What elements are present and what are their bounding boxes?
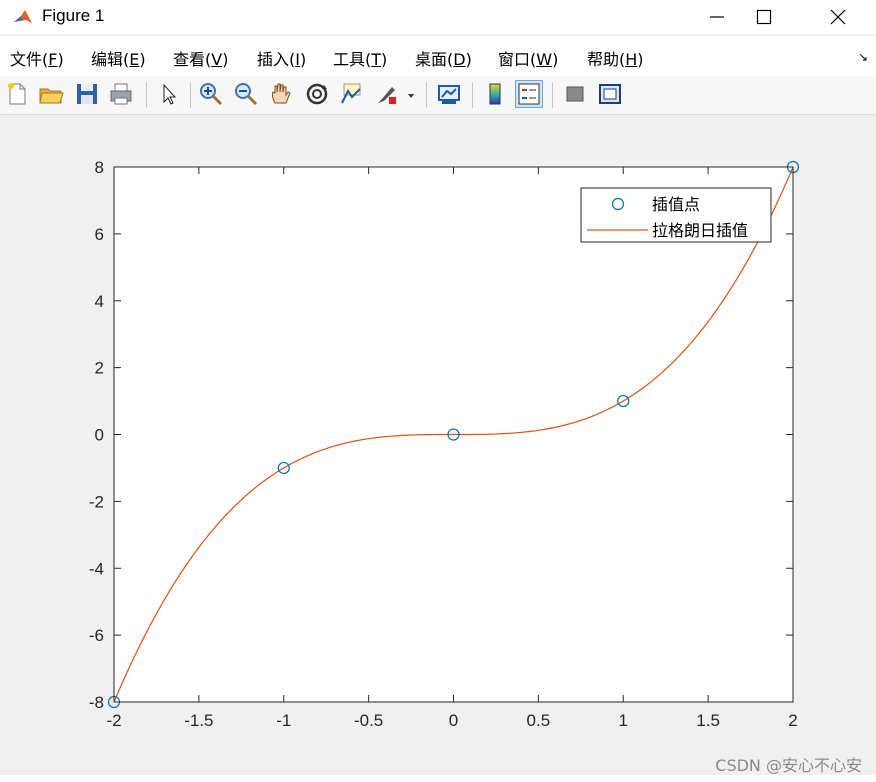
data-cursor-icon	[341, 83, 361, 104]
legend-button[interactable]	[515, 80, 543, 108]
show-plot-tools-button[interactable]	[597, 81, 623, 107]
dock-figure-button[interactable]: ↘	[858, 50, 868, 64]
save-icon	[77, 84, 97, 104]
y-tick-label: -6	[89, 626, 104, 645]
hide-plot-tools-button[interactable]	[562, 81, 588, 107]
y-tick-label: 2	[95, 359, 104, 378]
zoom-out-button[interactable]	[233, 81, 259, 107]
plot-svg[interactable]: -2 -1.5 -1 -0.5 0 0.5 1 1.5 2 -8 -6 -4 -2 0 2 4 6 8 插值点 拉…	[0, 115, 876, 775]
x-tick-label: 0	[449, 711, 458, 730]
brush-icon	[378, 87, 396, 104]
new-figure-button[interactable]	[4, 81, 30, 107]
link-plot-icon	[438, 85, 460, 104]
menu-insert[interactable]: 插入(I)	[257, 46, 306, 70]
toolbar-separator	[472, 82, 473, 108]
menu-tools[interactable]: 工具(T)	[333, 46, 387, 70]
menu-window[interactable]: 窗口(W)	[498, 46, 558, 70]
y-tick-label: 8	[95, 158, 104, 177]
window-bottom-edge	[0, 775, 876, 782]
select-pointer-icon	[163, 83, 177, 105]
zoom-in-icon	[200, 83, 223, 106]
matlab-app-icon	[12, 6, 34, 28]
y-tick-label: 6	[95, 225, 104, 244]
save-button[interactable]	[74, 81, 100, 107]
maximize-button[interactable]	[741, 0, 787, 32]
menu-edit[interactable]: 编辑(E)	[91, 46, 146, 70]
y-tick-label: 4	[95, 292, 104, 311]
x-tick-label: -2	[106, 711, 121, 730]
maximize-icon	[756, 9, 772, 25]
open-file-button[interactable]	[38, 81, 64, 107]
menu-bar: 文件(F) 编辑(E) 查看(V) 插入(I) 工具(T) 桌面(D) 窗口(W…	[0, 36, 876, 76]
legend-entry-curve: 拉格朗日插值	[652, 221, 748, 240]
title-bar: Figure 1	[0, 0, 876, 34]
zoom-in-button[interactable]	[198, 81, 224, 107]
figure-toolbar	[0, 76, 876, 115]
brush-dropdown[interactable]	[404, 81, 418, 107]
x-tick-label: 2	[788, 711, 797, 730]
menu-file[interactable]: 文件(F)	[10, 46, 64, 70]
toolbar-separator	[146, 82, 147, 108]
rotate-3d-icon	[306, 83, 328, 105]
legend[interactable]: 插值点 拉格朗日插值	[580, 187, 772, 243]
close-icon	[830, 9, 846, 25]
show-plot-tools-icon	[599, 84, 621, 104]
pan-button[interactable]	[268, 81, 294, 107]
window-title: Figure 1	[42, 6, 105, 25]
toolbar-separator	[190, 82, 191, 108]
menu-desktop[interactable]: 桌面(D)	[415, 46, 472, 70]
y-tick-label: -4	[89, 559, 104, 578]
hide-plot-tools-icon	[566, 86, 584, 102]
print-icon	[110, 83, 132, 105]
colorbar-button[interactable]	[482, 81, 508, 107]
x-tick-label: 0.5	[527, 711, 551, 730]
link-plot-button[interactable]	[436, 81, 462, 107]
print-button[interactable]	[108, 81, 134, 107]
toolbar-separator	[552, 82, 553, 108]
x-tick-label: 1.5	[696, 711, 720, 730]
x-tick-label: -1.5	[184, 711, 213, 730]
zoom-out-icon	[235, 83, 258, 106]
minimize-icon	[710, 16, 724, 18]
chevron-down-icon	[408, 94, 414, 98]
new-figure-icon	[8, 83, 26, 105]
legend-icon	[518, 83, 540, 105]
x-tick-label: -1	[276, 711, 291, 730]
rotate-3d-button[interactable]	[304, 81, 330, 107]
select-pointer-button[interactable]	[156, 81, 182, 107]
menu-view[interactable]: 查看(V)	[173, 46, 228, 70]
data-cursor-button[interactable]	[338, 81, 364, 107]
y-tick-label: -2	[89, 492, 104, 511]
watermark: CSDN @安心不心安	[715, 756, 862, 775]
open-file-icon	[39, 88, 64, 104]
pan-hand-icon	[271, 83, 291, 104]
y-tick-label: -8	[89, 693, 104, 712]
y-tick-label: 0	[95, 426, 104, 445]
toolbar-separator	[426, 82, 427, 108]
brush-button[interactable]	[374, 81, 400, 107]
minimize-button[interactable]	[694, 0, 740, 32]
x-tick-label: -0.5	[354, 711, 383, 730]
figure-canvas[interactable]: -2 -1.5 -1 -0.5 0 0.5 1 1.5 2 -8 -6 -4 -2 0 2 4 6 8 插值点 拉…	[0, 115, 876, 775]
colorbar-icon	[489, 83, 501, 105]
x-tick-label: 1	[619, 711, 628, 730]
menu-help[interactable]: 帮助(H)	[587, 46, 644, 70]
close-button[interactable]	[815, 0, 861, 32]
legend-entry-points: 插值点	[652, 195, 700, 214]
